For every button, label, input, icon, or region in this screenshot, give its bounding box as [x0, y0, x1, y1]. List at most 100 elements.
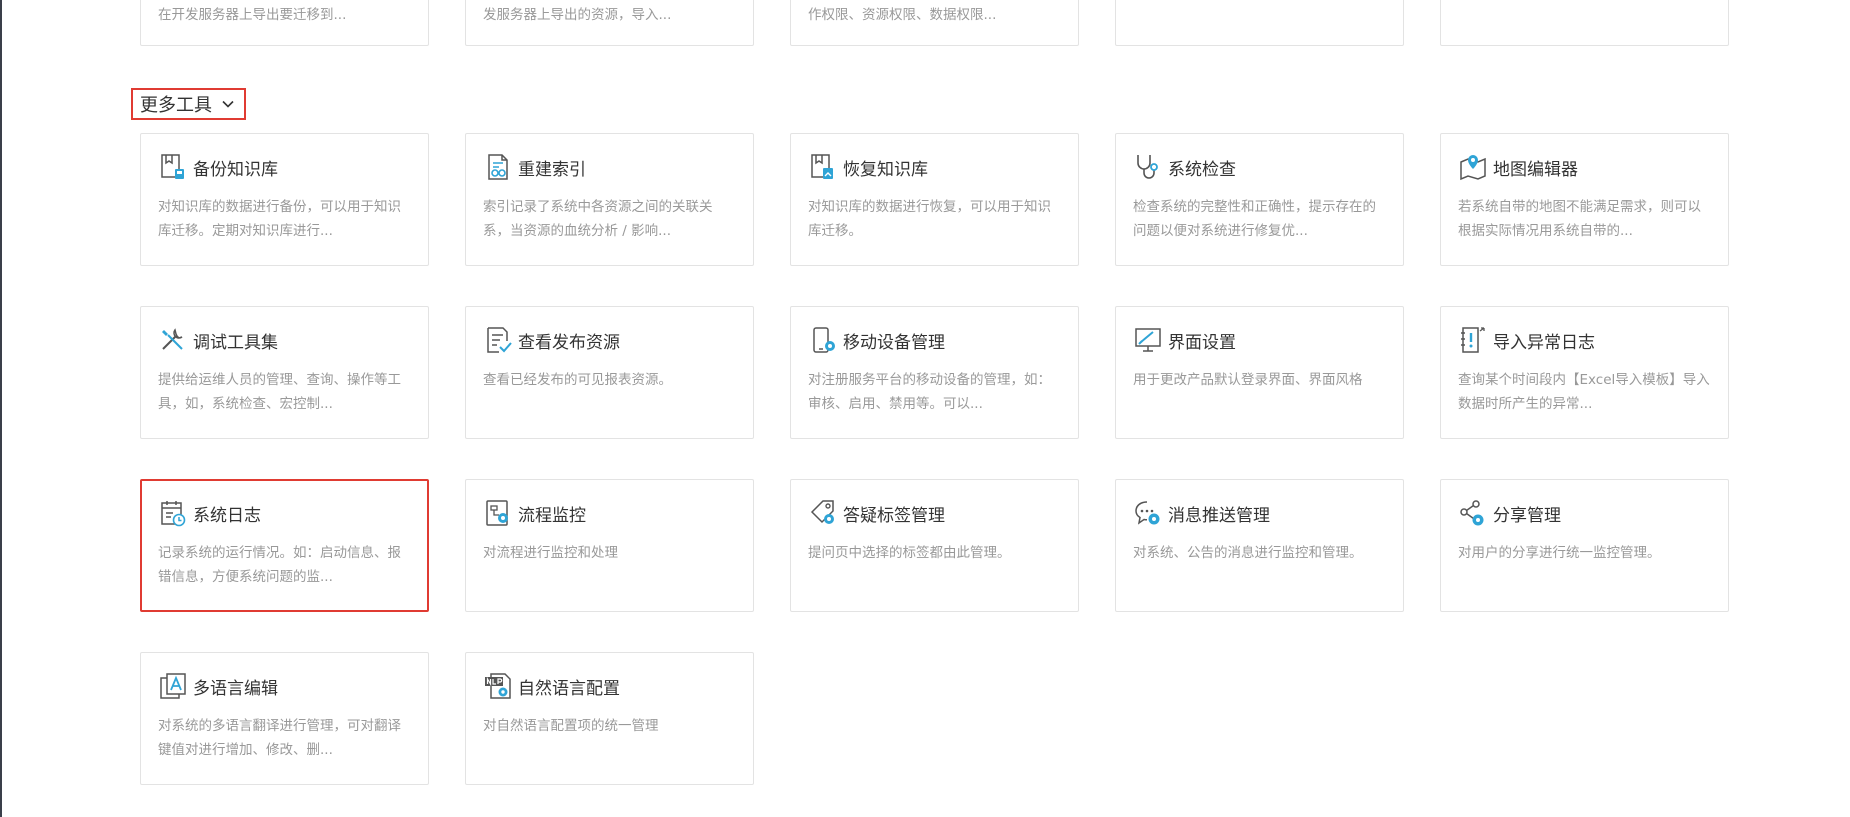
flow-icon	[483, 498, 513, 528]
tool-grid: 备份知识库 对知识库的数据进行备份，可以用于知识库迁移。定期对知识库进行... …	[140, 133, 1729, 785]
card-title: 多语言编辑	[193, 678, 278, 699]
card-title: 查看发布资源	[518, 332, 620, 353]
card-header: 消息推送管理	[1133, 498, 1385, 528]
tool-card-view-published[interactable]: 查看发布资源 查看已经发布的可见报表资源。	[465, 306, 754, 439]
restore-knowledge-icon	[808, 152, 838, 182]
tool-card-debug-tools[interactable]: 调试工具集 提供给运维人员的管理、查询、操作等工具，如，系统检查、宏控制...	[140, 306, 429, 439]
card-header: 恢复知识库	[808, 152, 1060, 182]
card-desc: 提问页中选择的标签都由此管理。	[808, 545, 1011, 561]
card-header: 移动设备管理	[808, 325, 1060, 355]
more-tools-toggle[interactable]: 更多工具	[131, 88, 246, 120]
card-desc: 对系统、公告的消息进行监控和管理。	[1133, 545, 1363, 561]
card-title: 消息推送管理	[1168, 505, 1270, 526]
top-card[interactable]	[1115, 0, 1404, 46]
card-desc: 对系统的多语言翻译进行管理，可对翻译键值对进行增加、修改、删...	[158, 718, 401, 758]
card-header: 界面设置	[1133, 325, 1385, 355]
card-desc: 索引记录了系统中各资源之间的关联关系，当资源的血统分析 / 影响...	[483, 199, 713, 239]
calendar-clock-icon	[158, 498, 188, 528]
tool-card-rebuild-index[interactable]: 重建索引 索引记录了系统中各资源之间的关联关系，当资源的血统分析 / 影响...	[465, 133, 754, 266]
tool-card-import-error-log[interactable]: 导入异常日志 查询某个时间段内【Excel导入模板】导入数据时所产生的异常...	[1440, 306, 1729, 439]
backup-knowledge-icon	[158, 152, 188, 182]
card-header: 调试工具集	[158, 325, 410, 355]
stethoscope-icon	[1133, 152, 1163, 182]
monitor-icon	[1133, 325, 1163, 355]
card-desc	[1133, 0, 1385, 51]
tool-card-flow-monitor[interactable]: 流程监控 对流程进行监控和处理	[465, 479, 754, 612]
tag-gear-icon	[808, 498, 838, 528]
chat-gear-icon	[1133, 498, 1163, 528]
tool-card-restore-kb[interactable]: 恢复知识库 对知识库的数据进行恢复，可以用于知识库迁移。	[790, 133, 1079, 266]
card-header: 重建索引	[483, 152, 735, 182]
card-desc: 在开发服务器上导出要迁移到...	[158, 7, 347, 23]
card-header: 系统日志	[158, 498, 410, 528]
tool-card-system-log[interactable]: 系统日志 记录系统的运行情况。如：启动信息、报错信息，方便系统问题的监...	[140, 479, 429, 612]
publish-check-icon	[483, 325, 513, 355]
card-desc: 对知识库的数据进行恢复，可以用于知识库迁移。	[808, 199, 1051, 239]
tools-icon	[158, 325, 188, 355]
card-header: 自然语言配置	[483, 671, 735, 701]
card-desc: 对用户的分享进行统一监控管理。	[1458, 545, 1661, 561]
card-title: 调试工具集	[193, 332, 278, 353]
tool-card-system-check[interactable]: 系统检查 检查系统的完整性和正确性，提示存在的问题以便对系统进行修复优...	[1115, 133, 1404, 266]
tool-card-i18n-editor[interactable]: 多语言编辑 对系统的多语言翻译进行管理，可对翻译键值对进行增加、修改、删...	[140, 652, 429, 785]
card-header: 流程监控	[483, 498, 735, 528]
card-desc: 发服务器上导出的资源，导入...	[483, 7, 672, 23]
mobile-device-icon	[808, 325, 838, 355]
card-title: 答疑标签管理	[843, 505, 945, 526]
card-title: 系统日志	[193, 505, 261, 526]
card-desc: 用于更改产品默认登录界面、界面风格	[1133, 372, 1363, 388]
card-title: 恢复知识库	[843, 159, 928, 180]
card-title: 分享管理	[1493, 505, 1561, 526]
card-header: 分享管理	[1458, 498, 1710, 528]
tool-card-qa-tags[interactable]: 答疑标签管理 提问页中选择的标签都由此管理。	[790, 479, 1079, 612]
card-desc: 若系统自带的地图不能满足需求，则可以根据实际情况用系统自带的...	[1458, 199, 1701, 239]
card-desc: 作权限、资源权限、数据权限...	[808, 7, 997, 23]
import-error-icon	[1458, 325, 1488, 355]
card-header: 导入异常日志	[1458, 325, 1710, 355]
left-edge	[0, 0, 2, 817]
tool-card-message-push[interactable]: 消息推送管理 对系统、公告的消息进行监控和管理。	[1115, 479, 1404, 612]
card-header: 系统检查	[1133, 152, 1385, 182]
card-header: 答疑标签管理	[808, 498, 1060, 528]
top-tools-row: 在开发服务器上导出要迁移到... 发服务器上导出的资源，导入... 作权限、资源…	[140, 0, 1729, 46]
card-desc: 查看已经发布的可见报表资源。	[483, 372, 672, 388]
tool-card-share-mgmt[interactable]: 分享管理 对用户的分享进行统一监控管理。	[1440, 479, 1729, 612]
card-title: 重建索引	[518, 159, 586, 180]
card-header: 备份知识库	[158, 152, 410, 182]
card-title: 系统检查	[1168, 159, 1236, 180]
chevron-down-icon	[221, 97, 235, 111]
section-title: 更多工具	[140, 95, 212, 116]
top-card[interactable]	[1440, 0, 1729, 46]
top-card[interactable]: 发服务器上导出的资源，导入...	[465, 0, 754, 46]
card-desc: 对流程进行监控和处理	[483, 545, 618, 561]
top-card[interactable]: 在开发服务器上导出要迁移到...	[140, 0, 429, 46]
card-desc: 对注册服务平台的移动设备的管理，如：审核、启用、禁用等。可以...	[808, 372, 1051, 412]
tool-card-backup-kb[interactable]: 备份知识库 对知识库的数据进行备份，可以用于知识库迁移。定期对知识库进行...	[140, 133, 429, 266]
tool-card-ui-settings[interactable]: 界面设置 用于更改产品默认登录界面、界面风格	[1115, 306, 1404, 439]
card-header: 多语言编辑	[158, 671, 410, 701]
card-desc: 查询某个时间段内【Excel导入模板】导入数据时所产生的异常...	[1458, 372, 1710, 412]
card-desc: 对知识库的数据进行备份，可以用于知识库迁移。定期对知识库进行...	[158, 199, 401, 239]
nlp-doc-icon	[483, 671, 513, 701]
card-header: 查看发布资源	[483, 325, 735, 355]
tool-card-map-editor[interactable]: 地图编辑器 若系统自带的地图不能满足需求，则可以根据实际情况用系统自带的...	[1440, 133, 1729, 266]
language-icon	[158, 671, 188, 701]
share-gear-icon	[1458, 498, 1488, 528]
card-desc	[1458, 0, 1710, 51]
card-title: 自然语言配置	[518, 678, 620, 699]
card-title: 导入异常日志	[1493, 332, 1595, 353]
card-desc: 提供给运维人员的管理、查询、操作等工具，如，系统检查、宏控制...	[158, 372, 401, 412]
card-header: 地图编辑器	[1458, 152, 1710, 182]
card-desc: 对自然语言配置项的统一管理	[483, 718, 659, 734]
tool-card-mobile-devices[interactable]: 移动设备管理 对注册服务平台的移动设备的管理，如：审核、启用、禁用等。可以...	[790, 306, 1079, 439]
card-title: 流程监控	[518, 505, 586, 526]
card-desc: 检查系统的完整性和正确性，提示存在的问题以便对系统进行修复优...	[1133, 199, 1376, 239]
card-title: 界面设置	[1168, 332, 1236, 353]
top-card[interactable]: 作权限、资源权限、数据权限...	[790, 0, 1079, 46]
card-title: 备份知识库	[193, 159, 278, 180]
rebuild-index-icon	[483, 152, 513, 182]
tool-card-nlp-config[interactable]: 自然语言配置 对自然语言配置项的统一管理	[465, 652, 754, 785]
map-pin-icon	[1458, 152, 1488, 182]
card-title: 地图编辑器	[1493, 159, 1578, 180]
card-title: 移动设备管理	[843, 332, 945, 353]
